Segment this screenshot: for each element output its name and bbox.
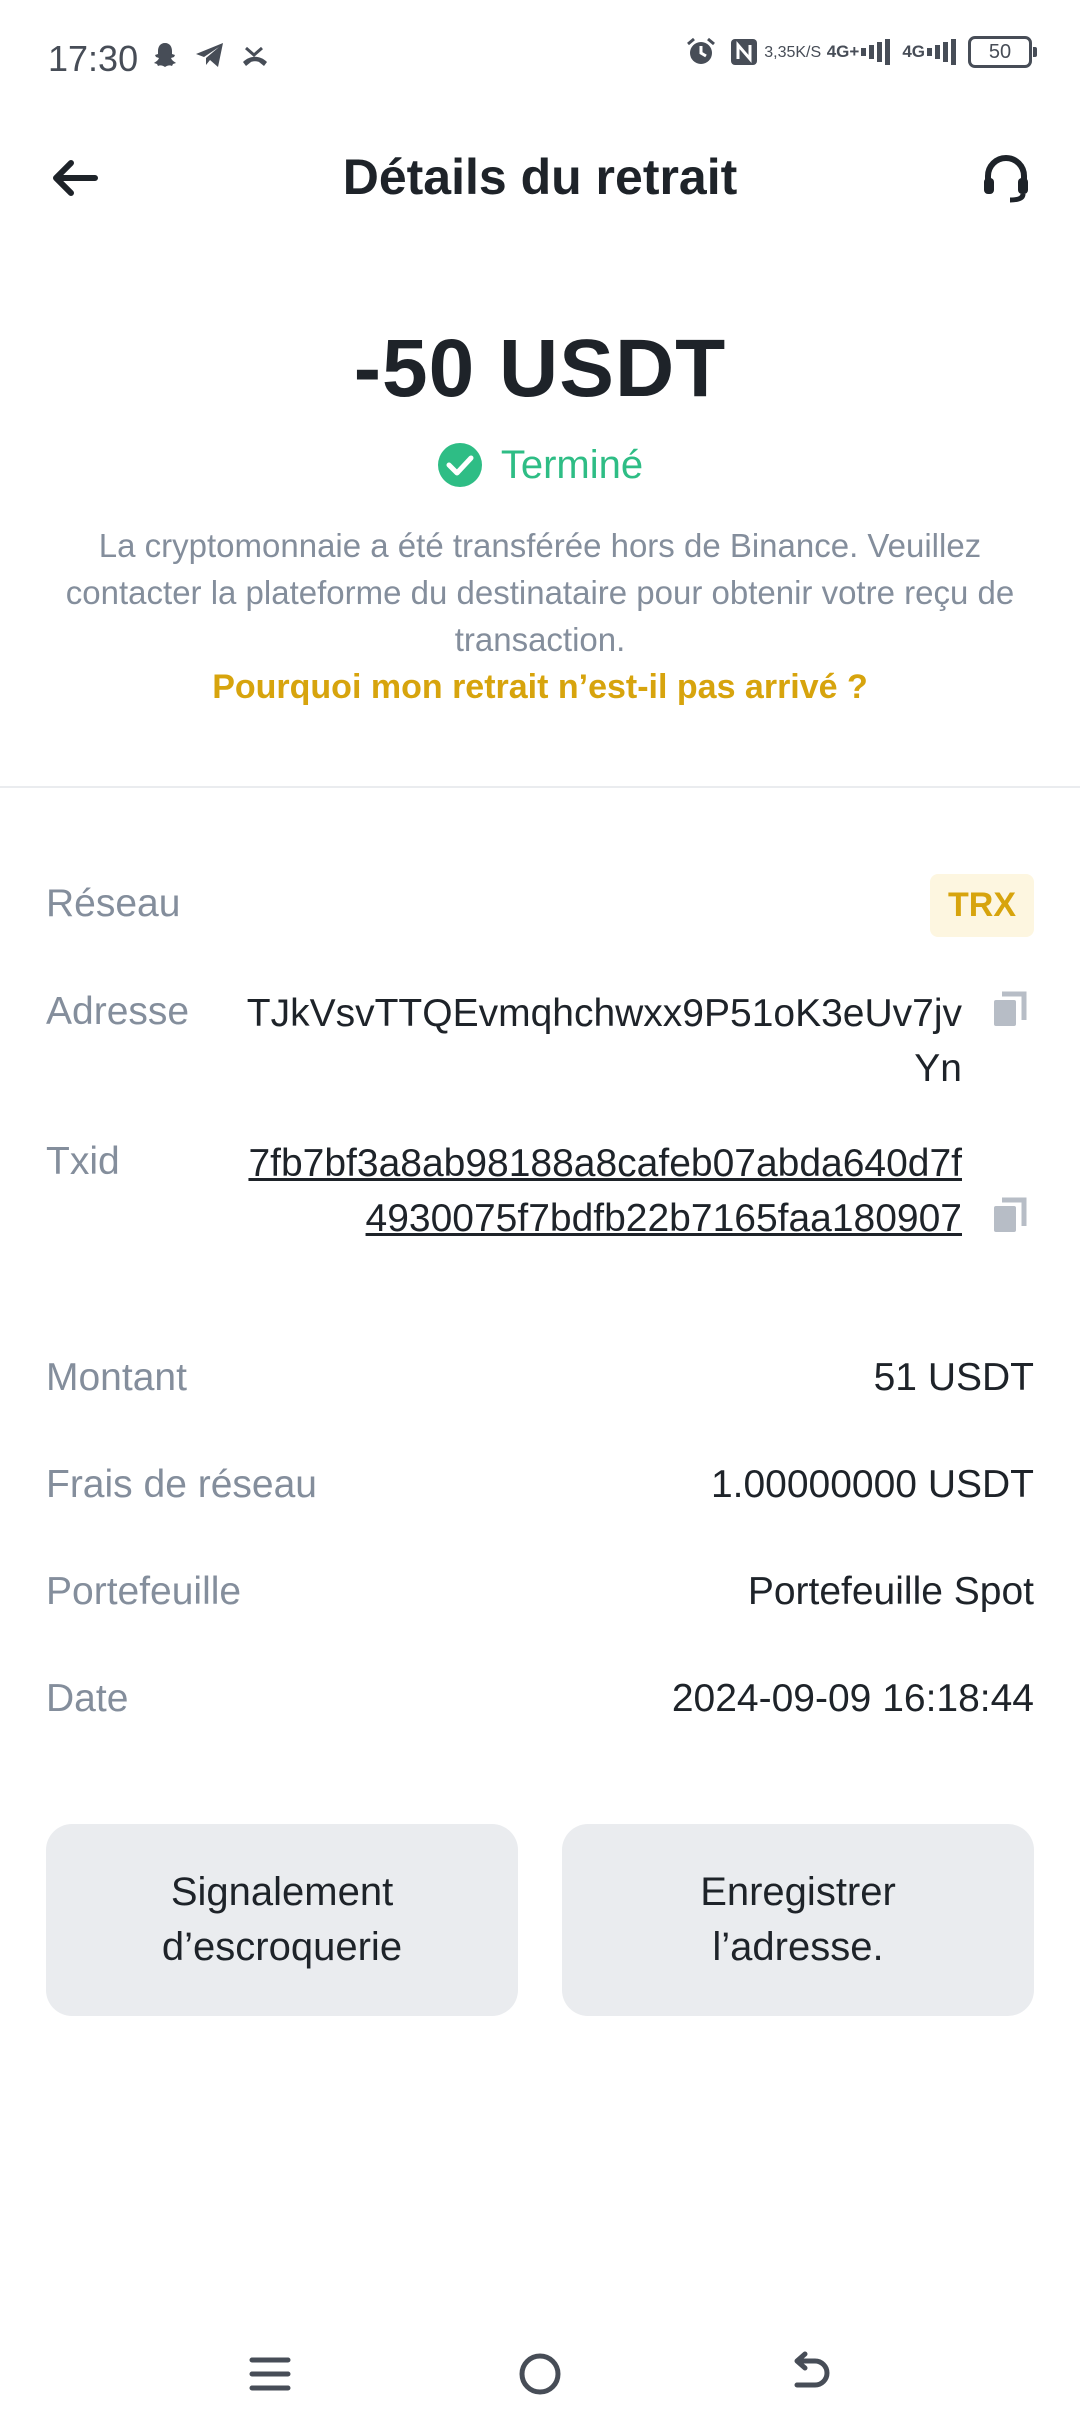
copy-icon bbox=[994, 1197, 1027, 1232]
withdrawal-amount: -50 USDT bbox=[353, 323, 727, 414]
copy-icon bbox=[994, 991, 1027, 1026]
support-button[interactable] bbox=[976, 148, 1036, 208]
fee-value: 1.00000000 USDT bbox=[710, 1463, 1034, 1506]
network-label: Réseau bbox=[46, 882, 181, 925]
system-status: 3,35 K/S 4G+ 4G 50 bbox=[685, 36, 1037, 68]
snapchat-icon bbox=[150, 40, 180, 70]
home-circle-icon bbox=[519, 2353, 561, 2395]
info-text: La cryptomonnaie a été transférée hors d… bbox=[65, 527, 1015, 658]
battery-icon: 50 bbox=[968, 36, 1037, 68]
nav-menu-button[interactable] bbox=[240, 2344, 300, 2404]
alarm-icon bbox=[685, 36, 717, 68]
status-row: Terminé bbox=[0, 442, 1080, 488]
status-time: 17:30 bbox=[48, 38, 139, 79]
status-badge: Terminé bbox=[500, 442, 644, 487]
headset-icon bbox=[984, 155, 1028, 203]
save-address-label: Enregistrer l’adresse. bbox=[700, 1870, 896, 1969]
network-badge: TRX bbox=[930, 874, 1034, 937]
copy-address-button[interactable] bbox=[990, 990, 1030, 1030]
network-speed: 3,35 K/S bbox=[764, 43, 822, 61]
wallet-value: Portefeuille Spot bbox=[747, 1570, 1034, 1613]
menu-icon bbox=[249, 2357, 291, 2391]
txid-label: Txid bbox=[46, 1140, 120, 1183]
date-label: Date bbox=[46, 1677, 129, 1720]
why-not-arrived-link[interactable]: Pourquoi mon retrait n’est-il pas arrivé… bbox=[0, 668, 1080, 707]
notification-icons bbox=[150, 40, 270, 70]
telegram-icon bbox=[194, 40, 226, 70]
fee-label: Frais de réseau bbox=[46, 1463, 317, 1506]
address-value: TJkVsvTTQEvmqhchwxx9P51oK3eUv7jvYn bbox=[246, 992, 962, 1090]
wallet-label: Portefeuille bbox=[46, 1570, 242, 1613]
status-bar: 17:30 3,35 K/S 4G+ 4G 50 bbox=[0, 0, 1080, 118]
page-title: Détails du retrait bbox=[342, 149, 738, 205]
back-arrow-icon bbox=[794, 2351, 830, 2388]
nav-back-button[interactable] bbox=[780, 2344, 840, 2404]
check-circle-icon bbox=[437, 443, 482, 487]
divider bbox=[0, 786, 1080, 788]
nav-home-button[interactable] bbox=[510, 2344, 570, 2404]
header: Détails du retrait bbox=[0, 120, 1080, 236]
signal-2: 4G bbox=[902, 38, 956, 66]
address-label: Adresse bbox=[46, 990, 190, 1033]
signal-bars-icon bbox=[927, 38, 956, 66]
copy-txid-button[interactable] bbox=[990, 1196, 1030, 1236]
signal-bars-icon bbox=[861, 38, 891, 66]
report-scam-label: Signalement d’escroquerie bbox=[161, 1870, 403, 1969]
save-address-button[interactable]: Enregistrer l’adresse. bbox=[562, 1824, 1034, 2016]
system-nav-bar bbox=[0, 2330, 1080, 2420]
missed-call-icon bbox=[240, 40, 270, 70]
amount-value: 51 USDT bbox=[873, 1356, 1034, 1399]
amount-label: Montant bbox=[46, 1356, 187, 1399]
nfc-icon bbox=[729, 37, 759, 67]
txid-link[interactable]: 7fb7bf3a8ab98188a8cafeb07abda640d7f49300… bbox=[242, 1136, 962, 1246]
report-scam-button[interactable]: Signalement d’escroquerie bbox=[46, 1824, 518, 2016]
signal-1: 4G+ bbox=[827, 38, 891, 66]
date-value: 2024-09-09 16:18:44 bbox=[671, 1677, 1034, 1720]
